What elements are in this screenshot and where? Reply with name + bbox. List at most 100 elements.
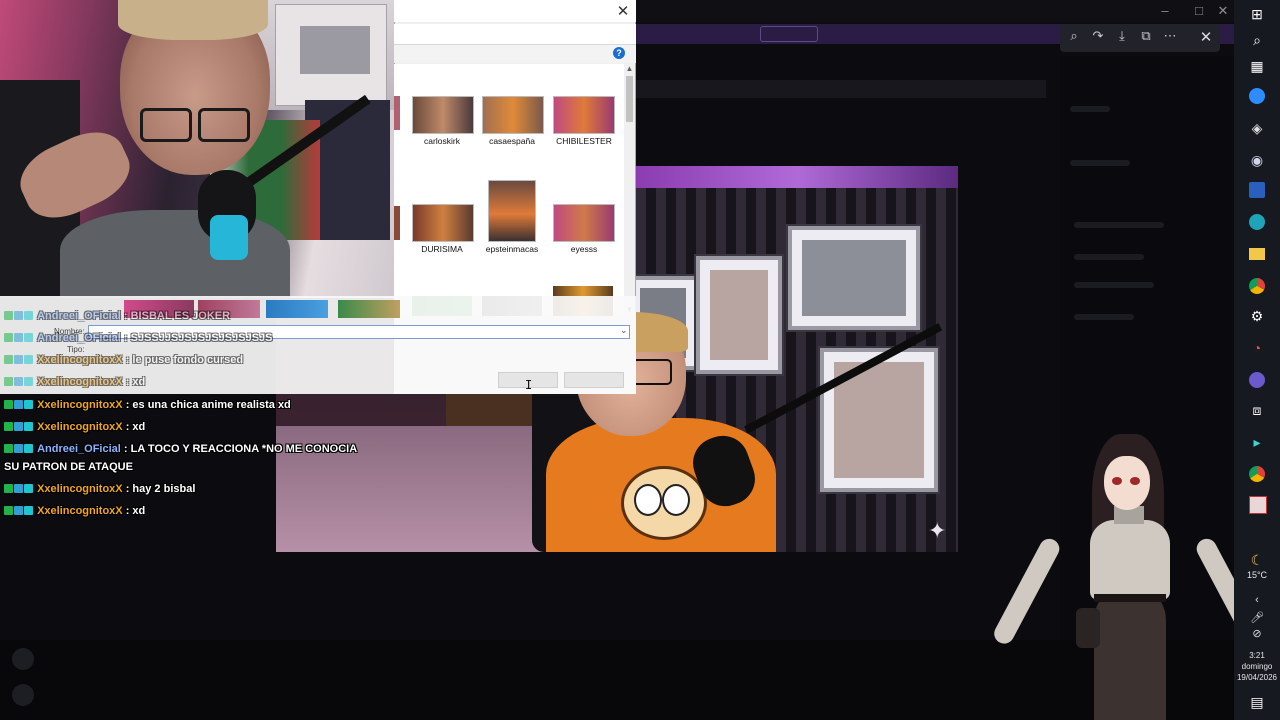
- avatar[interactable]: [12, 648, 34, 670]
- terminal-icon[interactable]: ▸: [1247, 432, 1267, 452]
- file-name: casaespaña: [489, 136, 535, 146]
- file-explorer-icon[interactable]: [1247, 244, 1267, 264]
- badge-icon: [24, 333, 33, 342]
- file-item[interactable]: eyesss: [546, 204, 622, 260]
- app-icon[interactable]: ◈: [1247, 118, 1267, 138]
- word-icon[interactable]: [1247, 180, 1267, 200]
- zoom-app-icon[interactable]: [1247, 86, 1267, 106]
- webcam-feed: [0, 0, 394, 298]
- badge-icon: [24, 311, 33, 320]
- chat-message: Andreei_OFicial : BISBAL ES JOKER: [4, 310, 230, 322]
- minimize-icon[interactable]: –: [1154, 3, 1176, 18]
- badge-icon: [14, 311, 23, 320]
- chrome-icon[interactable]: [1247, 276, 1267, 296]
- bottom-channel-list: [0, 640, 1234, 720]
- task-view-icon[interactable]: ▦: [1247, 56, 1267, 76]
- windows-start-icon[interactable]: ⊞: [1247, 4, 1267, 24]
- close-window-icon[interactable]: ✕: [1212, 3, 1234, 19]
- more-icon[interactable]: ⋯: [1160, 28, 1180, 44]
- moon-icon: ☾: [1250, 552, 1264, 568]
- badge-icon: [24, 506, 33, 515]
- steam-icon[interactable]: ◉: [1247, 150, 1267, 170]
- chat-text: : xd: [125, 505, 146, 517]
- chat-message: Andreei_OFicial : LA TOCO Y REACCIONA *N…: [4, 443, 357, 455]
- wall-frame: [788, 226, 920, 330]
- badge-icon: [4, 333, 13, 342]
- app-red-icon[interactable]: [1247, 494, 1267, 514]
- file-item[interactable]: DURISIMA: [404, 204, 484, 260]
- badge-icon: [4, 506, 13, 515]
- clock[interactable]: 3:21 domingo 19/04/2026: [1236, 650, 1278, 683]
- forward-icon[interactable]: ↷: [1088, 28, 1108, 44]
- file-item[interactable]: [394, 206, 400, 240]
- chat-username[interactable]: XxelincognitoxX: [37, 505, 123, 517]
- file-item[interactable]: CHIBILESTER: [546, 96, 622, 152]
- search-icon[interactable]: ⌕: [1247, 30, 1267, 50]
- obs-icon[interactable]: [1247, 370, 1267, 390]
- chevron-down-icon[interactable]: ⌄: [620, 325, 628, 336]
- background-content-row: [636, 80, 1046, 98]
- temperature[interactable]: 15°C: [1236, 570, 1278, 580]
- dialog-address-bar[interactable]: [394, 24, 636, 45]
- open-external-icon[interactable]: ⧉: [1136, 28, 1156, 44]
- chat-message: XxelincognitoxX : es una chica anime rea…: [4, 399, 291, 411]
- badge-icon: [4, 355, 13, 364]
- chevron-up-icon[interactable]: ‹: [1247, 590, 1267, 610]
- edge-icon[interactable]: [1247, 212, 1267, 232]
- chat-message: XxelincognitoxX : xd: [4, 505, 145, 517]
- help-icon[interactable]: ?: [613, 47, 625, 59]
- chat-username[interactable]: XxelincognitoxX: [37, 354, 123, 366]
- maximize-icon[interactable]: □: [1188, 3, 1210, 18]
- file-item[interactable]: epsteinmacas: [474, 180, 550, 260]
- chat-text: : LA TOCO Y REACCIONA *NO ME CONOCIA: [123, 443, 358, 455]
- chat-message: XxelincognitoxX : le puse fondo cursed: [4, 354, 243, 366]
- scroll-up-icon[interactable]: ▲: [624, 64, 635, 74]
- badge-icon: [4, 422, 13, 431]
- badge-icon: [4, 311, 13, 320]
- scrollbar-thumb[interactable]: [626, 76, 633, 122]
- capcut-icon[interactable]: ⧈: [1247, 400, 1267, 420]
- badge-icon: [4, 444, 13, 453]
- wall-frame: [820, 348, 938, 492]
- announcement-button[interactable]: [760, 26, 818, 42]
- chat-username[interactable]: Andreei_OFicial: [37, 443, 121, 455]
- chat-text: : SJSSJJSJSJSJSJSJSJSJS: [123, 332, 273, 344]
- badge-icon: [14, 355, 23, 364]
- chat-username[interactable]: XxelincognitoxX: [37, 483, 123, 495]
- file-item[interactable]: casaespaña: [474, 96, 550, 152]
- chat-message-continuation: SU PATRON DE ATAQUE: [4, 461, 133, 473]
- badge-icon: [14, 484, 23, 493]
- badge-icon: [14, 400, 23, 409]
- chat-text: : le puse fondo cursed: [125, 354, 244, 366]
- chat-username[interactable]: XxelincognitoxX: [37, 376, 123, 388]
- network-off-icon[interactable]: ⊘: [1247, 624, 1267, 644]
- settings-icon[interactable]: ⚙: [1247, 306, 1267, 326]
- type-field-label: Tipo:: [67, 345, 85, 354]
- chrome-alt-icon[interactable]: [1247, 464, 1267, 484]
- zoom-icon[interactable]: ⌕: [1064, 28, 1084, 44]
- chat-username[interactable]: Andreei_OFicial: [37, 310, 121, 322]
- badge-icon: [14, 444, 23, 453]
- dialog-close-icon[interactable]: ✕: [612, 2, 634, 20]
- chat-username[interactable]: Andreei_OFicial: [37, 332, 121, 344]
- chat-username[interactable]: XxelincognitoxX: [37, 421, 123, 433]
- chat-icon[interactable]: ▤: [1247, 692, 1267, 712]
- badge-icon: [4, 400, 13, 409]
- avatar[interactable]: [12, 684, 34, 706]
- file-item[interactable]: carloskirk: [404, 96, 484, 152]
- badge-icon: [14, 377, 23, 386]
- viewer-close-icon[interactable]: ✕: [1196, 28, 1216, 46]
- file-item[interactable]: [394, 96, 400, 130]
- file-list: carloskirk casaespaña CHIBILESTER DURISI…: [394, 64, 624, 316]
- chat-text: : xd: [125, 376, 146, 388]
- cancel-button[interactable]: [564, 372, 624, 388]
- clock-day: domingo: [1241, 662, 1273, 671]
- badge-icon: [4, 484, 13, 493]
- file-name: CHIBILESTER: [556, 136, 612, 146]
- speed-icon[interactable]: ◔: [1247, 338, 1267, 358]
- download-icon[interactable]: ⤓: [1112, 28, 1132, 44]
- chat-username[interactable]: XxelincognitoxX: [37, 399, 123, 411]
- badge-icon: [14, 506, 23, 515]
- dialog-toolbar: [394, 45, 636, 63]
- badge-icon: [24, 484, 33, 493]
